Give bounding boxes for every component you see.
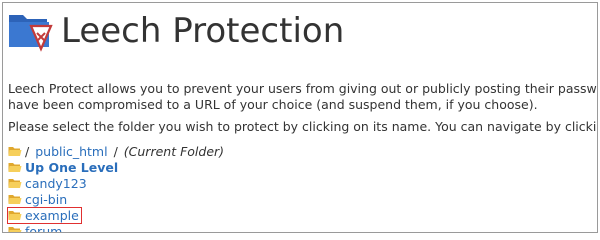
highlight-box-example: example [7, 206, 82, 224]
description: Leech Protect allows you to prevent your… [8, 81, 597, 112]
instructions: Please select the folder you wish to pro… [8, 119, 597, 134]
current-folder-label: (Current Folder) [123, 143, 225, 159]
description-line-2: have been compromised to a URL of your c… [8, 96, 538, 112]
leech-protection-folder-icon [7, 9, 53, 53]
up-one-level-row[interactable]: Up One Level [8, 159, 224, 175]
description-line-1: Leech Protect allows you to prevent your… [8, 81, 597, 96]
breadcrumb-root[interactable]: / [25, 144, 29, 159]
folder-link-example[interactable]: example [25, 208, 79, 223]
up-one-level-link[interactable]: Up One Level [25, 160, 118, 175]
breadcrumb-public-html[interactable]: public_html [35, 144, 107, 159]
breadcrumb-separator: / [113, 143, 118, 159]
folder-icon[interactable] [8, 226, 22, 232]
folder-icon[interactable] [8, 210, 22, 221]
folder-link-cgi-bin[interactable]: cgi-bin [25, 192, 67, 207]
folder-link-candy123[interactable]: candy123 [25, 176, 87, 191]
page-header: Leech Protection [7, 9, 597, 61]
folder-icon[interactable] [8, 162, 22, 173]
folder-icon[interactable] [8, 178, 22, 189]
folder-row-candy123[interactable]: candy123 [8, 175, 224, 191]
folder-row-example[interactable]: example [7, 206, 224, 224]
page-title: Leech Protection [61, 11, 345, 51]
folder-row-forum[interactable]: forum [8, 223, 224, 233]
folder-tree: / public_html / (Current Folder) Up One … [7, 143, 224, 233]
folder-row-cgi-bin[interactable]: cgi-bin [8, 191, 224, 207]
folder-icon[interactable] [8, 146, 22, 157]
folder-link-forum[interactable]: forum [25, 224, 62, 233]
folder-icon[interactable] [8, 194, 22, 205]
page-frame: Leech Protection Leech Protect allows yo… [2, 2, 598, 233]
breadcrumb: / public_html / (Current Folder) [8, 143, 224, 159]
